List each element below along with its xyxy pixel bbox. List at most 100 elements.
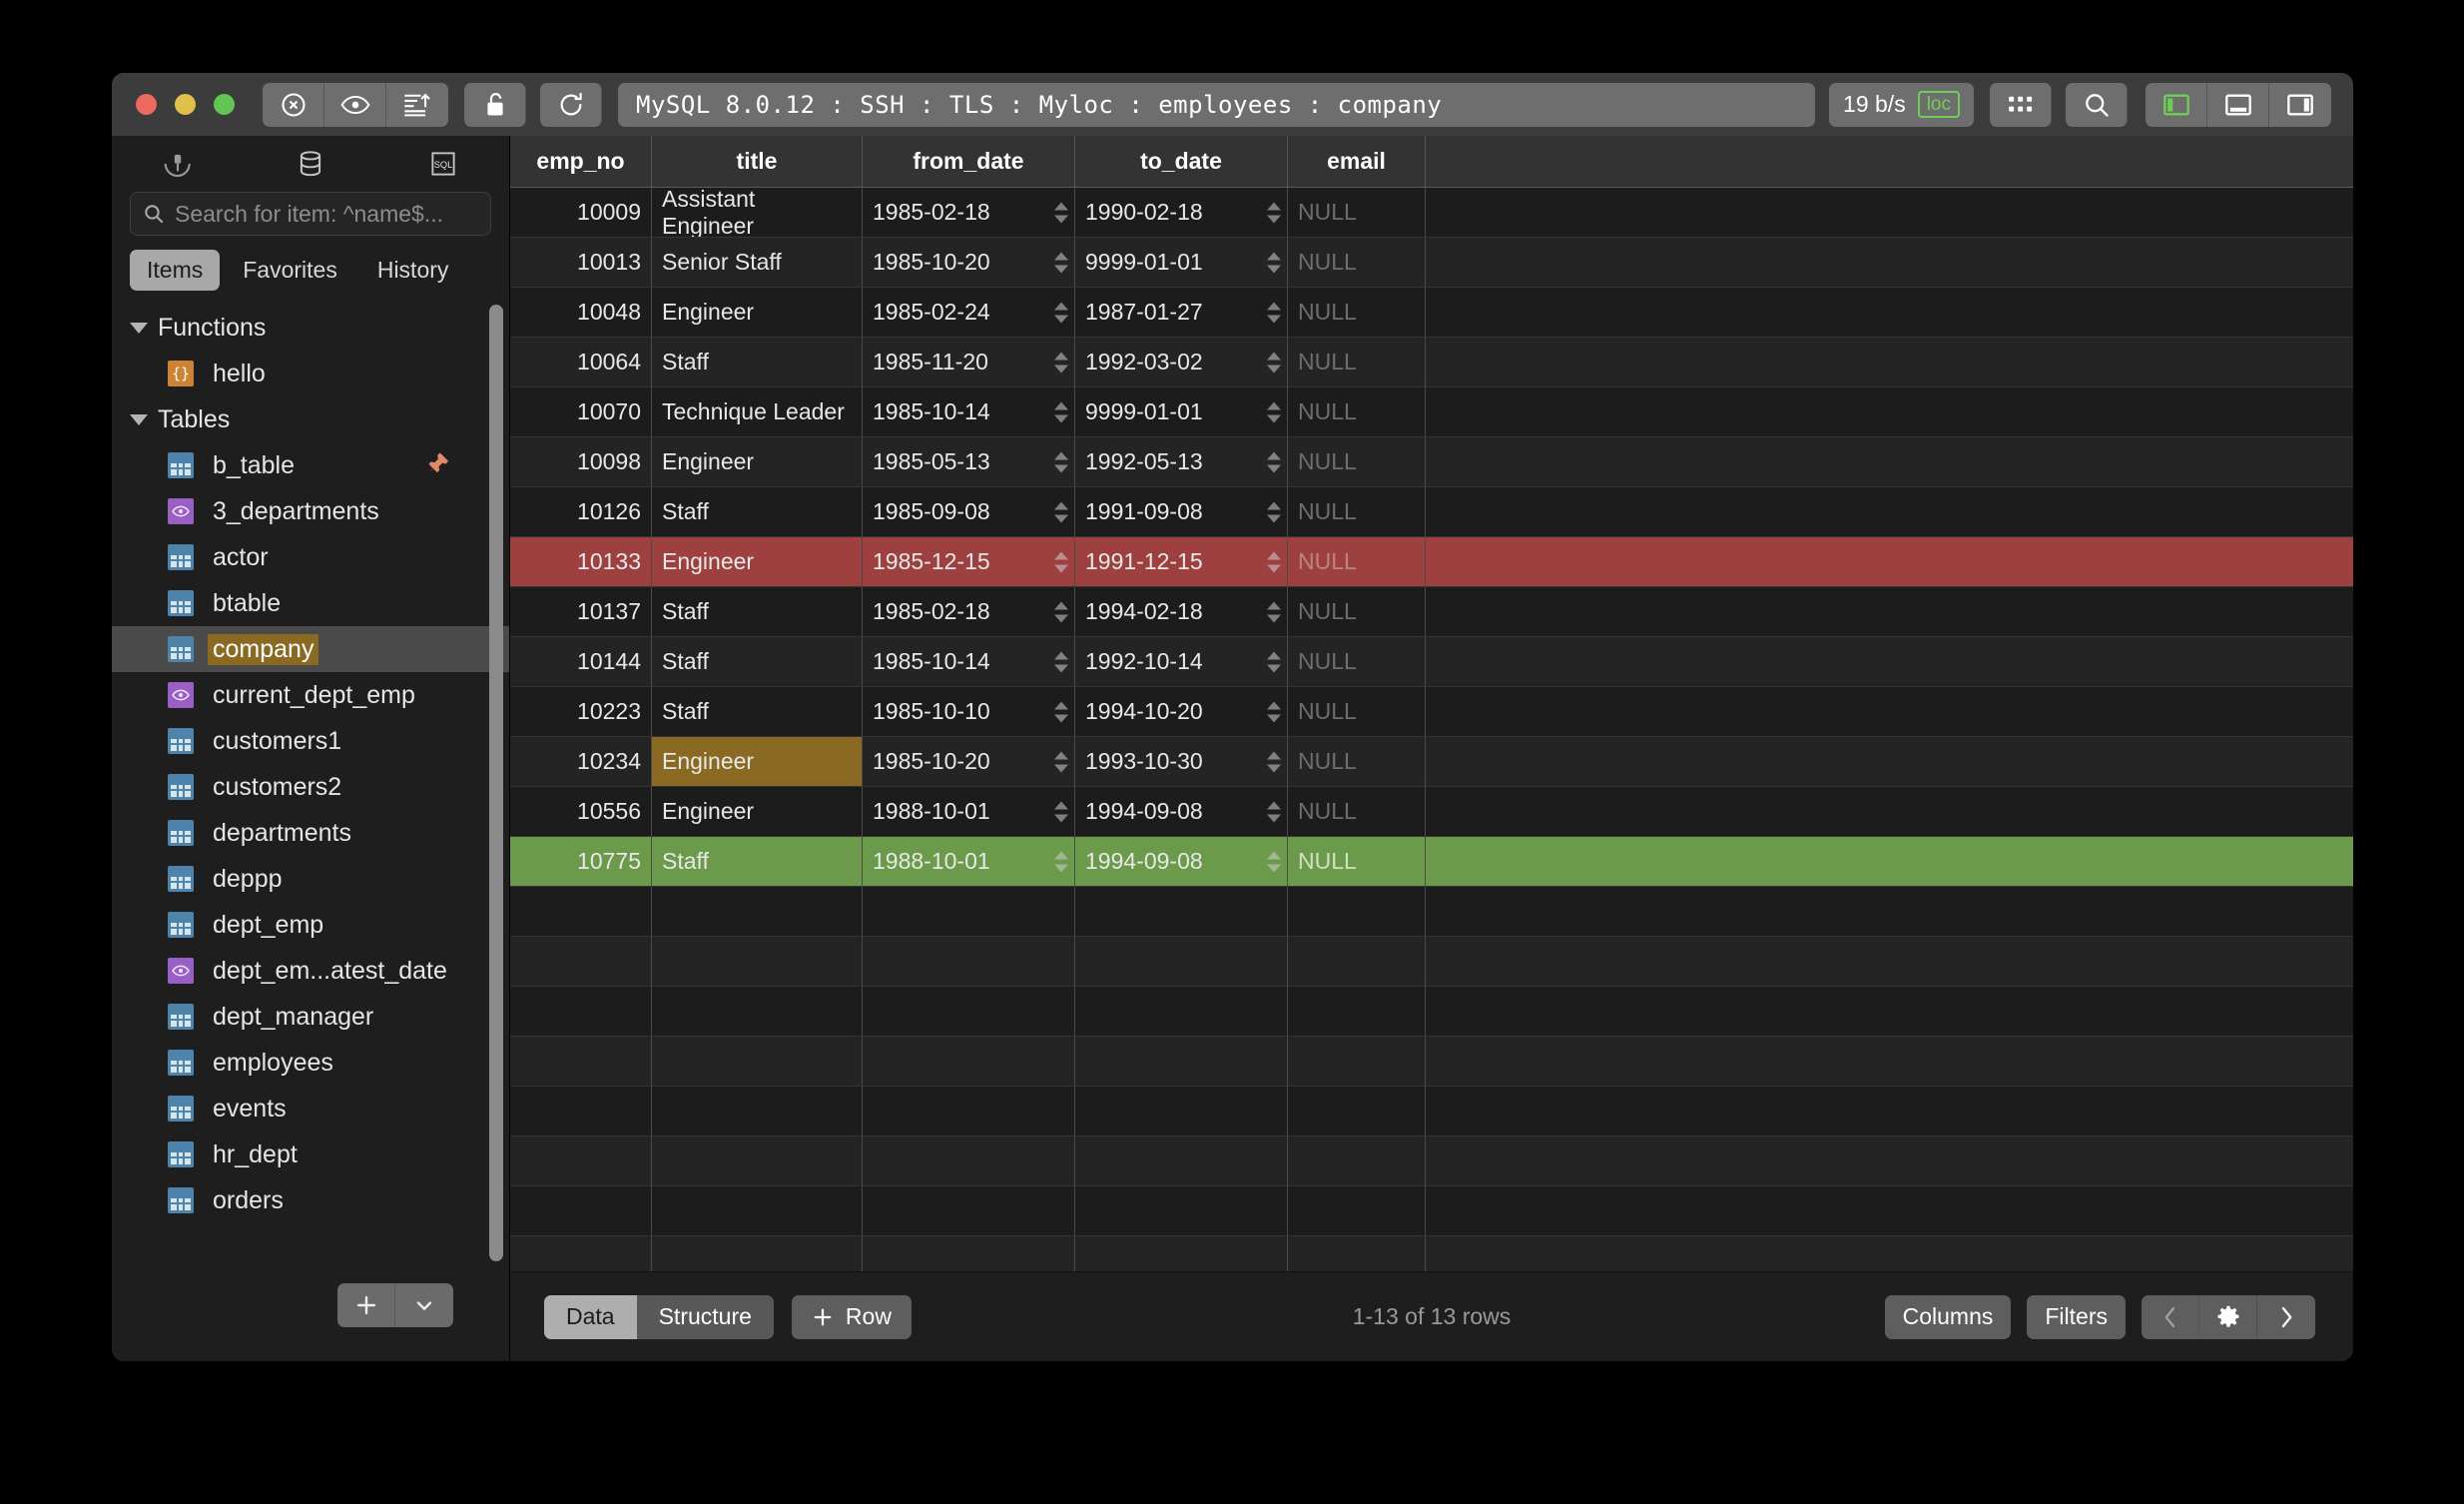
tree-item-events[interactable]: events <box>112 1086 509 1131</box>
sidebar-scrollbar-thumb[interactable] <box>489 305 503 1261</box>
connection-icon[interactable] <box>112 148 245 180</box>
close-button[interactable] <box>136 94 157 115</box>
stepper-down-icon[interactable] <box>1267 265 1281 273</box>
cell-emp_no[interactable]: 10144 <box>510 637 652 687</box>
pin-icon[interactable] <box>425 450 451 481</box>
table-row[interactable]: 10775 Staff 1988-10-01 1994-09-08 NULL <box>510 837 2353 887</box>
tree-item-customers2[interactable]: customers2 <box>112 764 509 810</box>
next-page-button[interactable] <box>2257 1295 2315 1339</box>
table-row[interactable]: 10137 Staff 1985-02-18 1994-02-18 NULL <box>510 587 2353 637</box>
cell-to_date[interactable]: 1990-02-18 <box>1075 188 1288 238</box>
date-stepper[interactable] <box>1267 601 1281 622</box>
stepper-down-icon[interactable] <box>1267 564 1281 572</box>
cell-email[interactable]: NULL <box>1288 487 1426 537</box>
stepper-up-icon[interactable] <box>1054 851 1068 859</box>
date-stepper[interactable] <box>1054 302 1068 323</box>
stepper-up-icon[interactable] <box>1267 851 1281 859</box>
date-stepper[interactable] <box>1054 401 1068 422</box>
cell-to_date[interactable]: 1991-09-08 <box>1075 487 1288 537</box>
table-row[interactable]: 10070 Technique Leader 1985-10-14 9999-01-0… <box>510 387 2353 437</box>
cell-email[interactable]: NULL <box>1288 837 1426 887</box>
tree-item-hello[interactable]: {} hello <box>112 351 509 396</box>
tab-data[interactable]: Data <box>544 1294 637 1339</box>
stepper-down-icon[interactable] <box>1054 464 1068 472</box>
cell-email[interactable]: NULL <box>1288 238 1426 288</box>
date-stepper[interactable] <box>1267 751 1281 772</box>
cell-emp_no[interactable]: 10098 <box>510 437 652 487</box>
stepper-down-icon[interactable] <box>1267 464 1281 472</box>
stepper-up-icon[interactable] <box>1267 551 1281 559</box>
cell-from_date[interactable]: 1985-12-15 <box>863 537 1075 587</box>
stepper-up-icon[interactable] <box>1267 352 1281 360</box>
object-tree[interactable]: Functions {} hello Tables b_table 3_departmen… <box>112 301 509 1265</box>
stepper-up-icon[interactable] <box>1054 801 1068 809</box>
cell-from_date[interactable]: 1988-10-01 <box>863 787 1075 837</box>
tree-item-dept-em-atest-date[interactable]: dept_em...atest_date <box>112 948 509 994</box>
tree-item-current-dept-emp[interactable]: current_dept_emp <box>112 672 509 718</box>
stepper-down-icon[interactable] <box>1267 864 1281 872</box>
right-panel-toggle[interactable] <box>2269 83 2331 127</box>
cell-emp_no[interactable]: 10775 <box>510 837 652 887</box>
table-row[interactable]: 10234 Engineer 1985-10-20 1993-10-30 NULL <box>510 737 2353 787</box>
tree-item-orders[interactable]: orders <box>112 1177 509 1223</box>
bottom-panel-toggle[interactable] <box>2207 82 2269 127</box>
date-stepper[interactable] <box>1267 801 1281 822</box>
cell-title[interactable]: Assistant Engineer <box>652 188 863 238</box>
cell-from_date[interactable]: 1985-11-20 <box>863 338 1075 387</box>
stepper-up-icon[interactable] <box>1267 651 1281 659</box>
cell-title[interactable]: Engineer <box>652 288 863 338</box>
sql-icon[interactable]: SQL <box>376 149 509 179</box>
settings-gear-button[interactable] <box>2199 1294 2257 1339</box>
date-stepper[interactable] <box>1267 851 1281 872</box>
stepper-down-icon[interactable] <box>1267 514 1281 522</box>
cell-email[interactable]: NULL <box>1288 387 1426 437</box>
stepper-up-icon[interactable] <box>1054 202 1068 210</box>
tab-items[interactable]: Items <box>130 250 221 291</box>
date-stepper[interactable] <box>1267 651 1281 672</box>
date-stepper[interactable] <box>1054 451 1068 472</box>
table-row[interactable]: 10126 Staff 1985-09-08 1991-09-08 NULL <box>510 487 2353 537</box>
stepper-down-icon[interactable] <box>1267 315 1281 323</box>
tree-item-customers1[interactable]: customers1 <box>112 718 509 764</box>
stepper-down-icon[interactable] <box>1054 265 1068 273</box>
stepper-up-icon[interactable] <box>1054 501 1068 509</box>
stepper-down-icon[interactable] <box>1267 614 1281 622</box>
stepper-up-icon[interactable] <box>1267 202 1281 210</box>
table-row[interactable]: 10009 Assistant Engineer 1985-02-18 1990-02… <box>510 188 2353 238</box>
stepper-up-icon[interactable] <box>1267 601 1281 609</box>
column-header-title[interactable]: title <box>652 136 863 187</box>
filters-button[interactable]: Filters <box>2027 1294 2126 1339</box>
lock-button[interactable] <box>464 82 526 127</box>
date-stepper[interactable] <box>1267 352 1281 373</box>
cell-from_date[interactable]: 1985-10-14 <box>863 387 1075 437</box>
stepper-up-icon[interactable] <box>1054 551 1068 559</box>
date-stepper[interactable] <box>1054 851 1068 872</box>
stepper-down-icon[interactable] <box>1267 414 1281 422</box>
stepper-down-icon[interactable] <box>1054 315 1068 323</box>
cell-title[interactable]: Engineer <box>652 787 863 837</box>
cell-from_date[interactable]: 1985-02-18 <box>863 587 1075 637</box>
date-stepper[interactable] <box>1267 401 1281 422</box>
stepper-up-icon[interactable] <box>1267 501 1281 509</box>
cell-from_date[interactable]: 1985-10-14 <box>863 637 1075 687</box>
sidebar-scrollbar[interactable] <box>489 301 503 1265</box>
cell-title[interactable]: Technique Leader <box>652 387 863 437</box>
disconnect-button[interactable] <box>263 82 324 127</box>
tree-item-hr-dept[interactable]: hr_dept <box>112 1131 509 1177</box>
tree-item-btable[interactable]: btable <box>112 580 509 626</box>
cell-title[interactable]: Engineer <box>652 537 863 587</box>
stepper-up-icon[interactable] <box>1054 401 1068 409</box>
cell-email[interactable]: NULL <box>1288 338 1426 387</box>
cell-emp_no[interactable]: 10013 <box>510 238 652 288</box>
date-stepper[interactable] <box>1054 701 1068 722</box>
column-header-emp_no[interactable]: emp_no <box>510 136 652 187</box>
cell-title[interactable]: Staff <box>652 837 863 887</box>
stepper-down-icon[interactable] <box>1267 365 1281 373</box>
column-header-to_date[interactable]: to_date <box>1075 136 1288 187</box>
stepper-up-icon[interactable] <box>1054 302 1068 310</box>
cell-to_date[interactable]: 1994-02-18 <box>1075 587 1288 637</box>
table-row[interactable]: 10013 Senior Staff 1985-10-20 9999-01-01 NUL… <box>510 238 2353 288</box>
cell-title[interactable]: Staff <box>652 487 863 537</box>
stepper-up-icon[interactable] <box>1054 751 1068 759</box>
cell-from_date[interactable]: 1985-10-20 <box>863 737 1075 787</box>
